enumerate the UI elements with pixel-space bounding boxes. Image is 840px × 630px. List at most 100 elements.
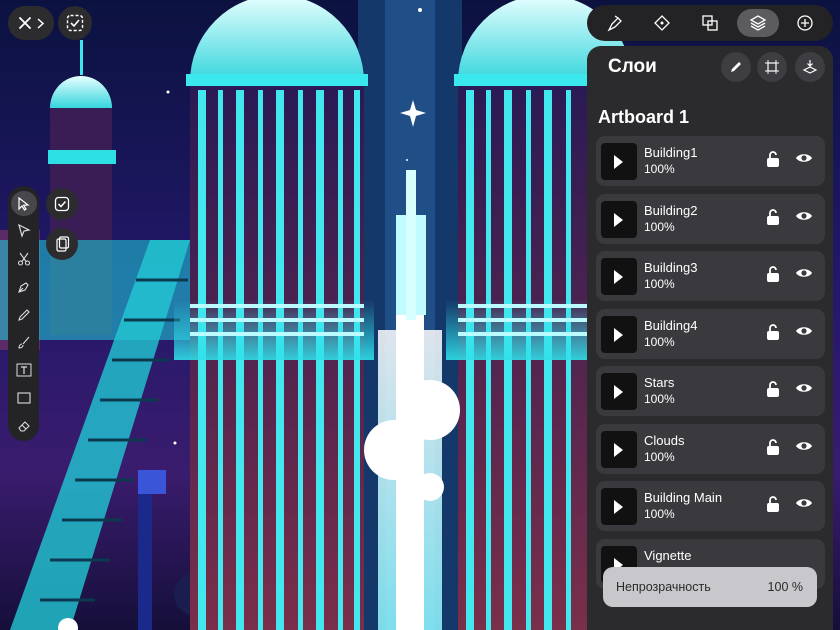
layer-name: Building1 bbox=[644, 145, 698, 160]
boolean-button[interactable] bbox=[689, 9, 731, 37]
layer-opacity: 100% bbox=[644, 162, 675, 176]
close-document-button[interactable] bbox=[8, 6, 54, 40]
expand-arrow-icon[interactable] bbox=[614, 442, 623, 457]
layer-thumbnail[interactable] bbox=[601, 200, 637, 238]
expand-arrow-icon[interactable] bbox=[614, 212, 623, 227]
panel-title: Слои bbox=[608, 56, 657, 77]
layer-opacity: 100% bbox=[644, 507, 675, 521]
style-button[interactable] bbox=[594, 9, 636, 37]
paste-button[interactable] bbox=[46, 228, 78, 260]
layer-name: Vignette bbox=[644, 547, 692, 563]
text-tool-icon bbox=[16, 363, 31, 377]
layer-opacity: 100% bbox=[644, 219, 675, 234]
checkbox-icon bbox=[54, 196, 70, 212]
layer-thumbnail[interactable] bbox=[601, 488, 637, 525]
eraser-tool[interactable] bbox=[11, 413, 37, 438]
boolean-shapes-icon bbox=[702, 15, 718, 31]
layer-row[interactable]: Building4 100% bbox=[596, 308, 825, 359]
unlock-icon[interactable] bbox=[766, 495, 780, 513]
eye-icon[interactable] bbox=[795, 440, 813, 452]
add-icon bbox=[797, 15, 813, 31]
pen-tool-icon bbox=[17, 282, 29, 293]
rename-button[interactable] bbox=[721, 52, 751, 82]
unlock-icon[interactable] bbox=[766, 150, 780, 168]
layer-row[interactable]: Building3 100% bbox=[596, 251, 825, 301]
layer-row[interactable]: Stars 100% bbox=[596, 366, 825, 416]
transform-icon bbox=[654, 15, 671, 31]
layers-panel: Слои Artboard 1 Building1 100% Building2… bbox=[587, 46, 833, 630]
dashed-checkbox-icon bbox=[66, 14, 84, 32]
layer-opacity: 100% bbox=[644, 277, 675, 291]
eye-icon[interactable] bbox=[795, 325, 813, 337]
selection-arrow-icon bbox=[17, 196, 30, 211]
transform-button[interactable] bbox=[641, 9, 683, 37]
layer-row[interactable]: Building Main 100% bbox=[596, 481, 825, 531]
layer-name: Building2 bbox=[644, 202, 698, 218]
tools-toolbar bbox=[8, 186, 39, 441]
layer-name: Stars bbox=[644, 375, 675, 390]
eye-icon[interactable] bbox=[795, 210, 813, 222]
opacity-slider[interactable]: Непрозрачность 100 % bbox=[603, 567, 817, 607]
layer-thumbnail[interactable] bbox=[601, 430, 637, 468]
edit-pencil-icon bbox=[731, 62, 741, 72]
eye-icon[interactable] bbox=[795, 267, 813, 279]
import-layer-button[interactable] bbox=[795, 52, 825, 82]
layer-name: Building4 bbox=[644, 317, 698, 333]
direct-selection-icon bbox=[17, 224, 31, 239]
layers-button[interactable] bbox=[736, 9, 779, 37]
expand-arrow-icon[interactable] bbox=[614, 270, 623, 284]
pen-tool[interactable] bbox=[11, 274, 37, 299]
layer-row[interactable]: Building1 100% bbox=[596, 136, 825, 186]
expand-arrow-icon[interactable] bbox=[614, 327, 623, 342]
layers-icon bbox=[749, 15, 766, 31]
artboard-title[interactable]: Artboard 1 bbox=[598, 107, 689, 128]
confirm-selection-button[interactable] bbox=[46, 188, 78, 220]
artboard-button[interactable] bbox=[757, 52, 787, 82]
layer-thumbnail[interactable] bbox=[601, 143, 637, 180]
text-tool[interactable] bbox=[11, 358, 37, 383]
layer-name: Building Main bbox=[644, 490, 723, 505]
direct-selection-tool[interactable] bbox=[11, 219, 37, 244]
eye-icon[interactable] bbox=[795, 497, 813, 509]
layers-list: Building1 100% Building2 100% Building3 … bbox=[596, 136, 825, 596]
unlock-icon[interactable] bbox=[766, 208, 780, 226]
import-layer-icon bbox=[802, 60, 818, 74]
eraser-icon bbox=[17, 421, 30, 432]
layer-opacity: 100% bbox=[644, 449, 675, 464]
unlock-icon[interactable] bbox=[766, 438, 780, 456]
expand-arrow-icon[interactable] bbox=[614, 155, 623, 169]
scissors-icon bbox=[17, 252, 30, 266]
layer-name: Clouds bbox=[644, 432, 685, 448]
top-toolbar bbox=[587, 5, 833, 41]
layer-thumbnail[interactable] bbox=[601, 315, 637, 353]
expand-arrow-icon[interactable] bbox=[614, 385, 623, 399]
layer-opacity: 100% bbox=[644, 334, 675, 349]
opacity-label: Непрозрачность bbox=[616, 580, 711, 594]
expand-arrow-icon[interactable] bbox=[614, 500, 623, 514]
select-mode-button[interactable] bbox=[58, 6, 92, 40]
eye-icon[interactable] bbox=[795, 382, 813, 394]
scissors-tool[interactable] bbox=[11, 247, 37, 272]
layer-name: Building3 bbox=[644, 260, 698, 275]
layer-opacity: 100% bbox=[644, 392, 675, 406]
brush-icon bbox=[17, 336, 29, 349]
layer-row[interactable]: Clouds 100% bbox=[596, 423, 825, 474]
selection-tool[interactable] bbox=[10, 191, 37, 217]
layer-thumbnail[interactable] bbox=[601, 258, 637, 295]
pencil-tool[interactable] bbox=[11, 302, 37, 327]
paste-icon bbox=[56, 236, 70, 252]
rectangle-tool[interactable] bbox=[11, 385, 37, 410]
unlock-icon[interactable] bbox=[766, 380, 780, 398]
layer-thumbnail[interactable] bbox=[601, 373, 637, 410]
unlock-icon[interactable] bbox=[766, 323, 780, 341]
pencil-icon bbox=[17, 309, 30, 321]
style-brush-icon bbox=[607, 15, 622, 32]
eye-icon[interactable] bbox=[795, 152, 813, 164]
opacity-value: 100 % bbox=[767, 580, 803, 594]
brush-tool[interactable] bbox=[11, 330, 37, 355]
artboard-icon bbox=[765, 60, 779, 74]
unlock-icon[interactable] bbox=[766, 265, 780, 283]
add-button[interactable] bbox=[784, 9, 826, 37]
layer-row[interactable]: Building2 100% bbox=[596, 193, 825, 244]
rectangle-tool-icon bbox=[16, 392, 31, 404]
